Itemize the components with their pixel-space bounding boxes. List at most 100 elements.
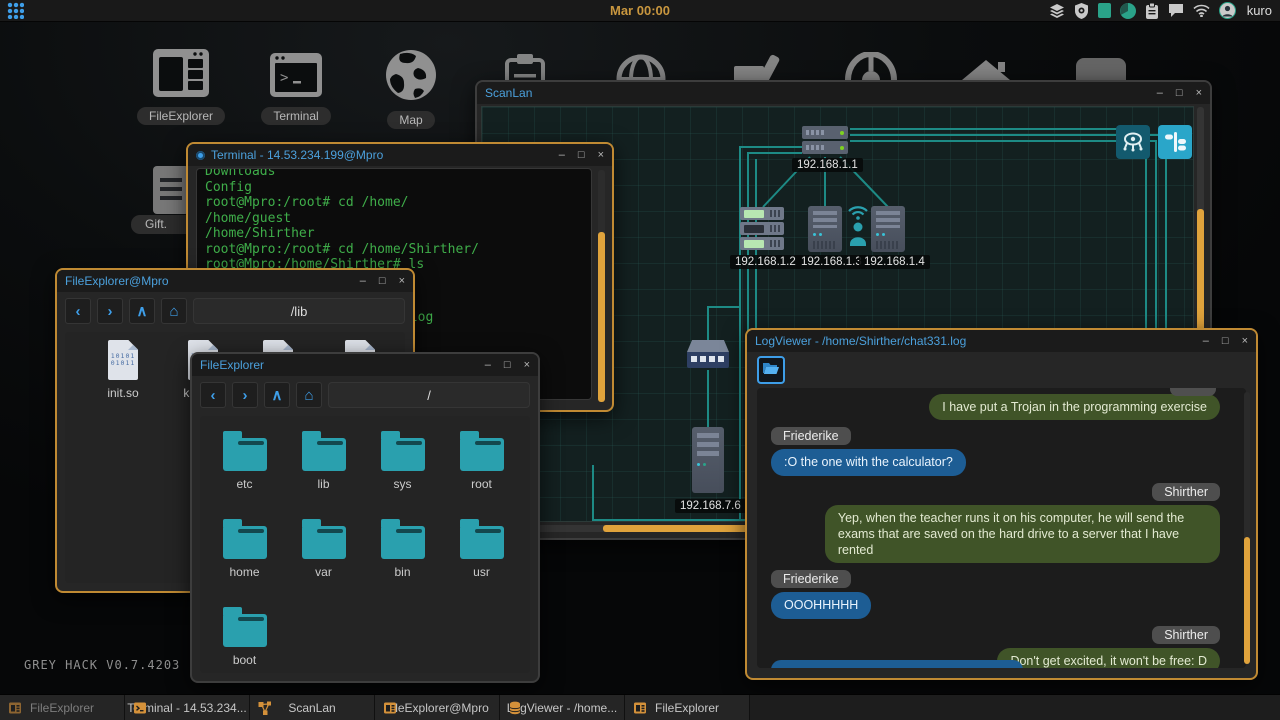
folder-name: sys [394,477,412,491]
folder-name: etc [236,477,252,491]
home-button[interactable]: ⌂ [296,382,322,408]
network-node-server[interactable] [692,427,724,493]
cpu-pie-icon[interactable] [1120,3,1136,19]
folder-name: bin [394,565,410,579]
layers-icon[interactable] [1049,3,1065,19]
network-node-desktop[interactable] [871,206,905,252]
taskbar-item[interactable]: FileExplorer [625,695,750,720]
taskbar-item[interactable]: LogViewer - /home... [500,695,625,720]
filter-tool-button[interactable] [1158,125,1192,159]
maximize-icon[interactable]: □ [504,354,511,376]
open-file-button[interactable] [757,356,785,384]
fileexplorer-titlebar[interactable]: FileExplorer – □ × [192,354,538,376]
minimize-icon[interactable]: – [485,354,491,376]
back-button[interactable]: ‹ [65,298,91,324]
node-ip-label: 192.168.1.4 [859,255,930,269]
chat-sender-label: Shirther [1152,626,1220,644]
folder-item[interactable]: usr [442,516,521,604]
folder-item[interactable]: lib [284,428,363,516]
desktop-icon-fileexplorer[interactable]: FileExplorer [139,46,223,125]
scanlan-titlebar[interactable]: ScanLan – □ × [477,82,1210,104]
terminal-scroll-thumb[interactable] [598,232,605,402]
file-explorer-icon [383,701,397,720]
address-bar[interactable]: / [328,382,530,408]
folder-item[interactable]: boot [205,604,284,673]
terminal-line: /home/guest [205,211,583,227]
desktop-icon-label: Terminal [261,107,330,125]
username[interactable]: kuro [1247,3,1272,18]
network-node-rack[interactable] [740,207,784,220]
desktop-icon-label: Map [387,111,434,129]
minimize-icon[interactable]: – [360,270,366,292]
forward-button[interactable]: › [97,298,123,324]
chat-message-bubble: Yep, when the teacher runs it on his com… [825,505,1220,564]
forward-button[interactable]: › [232,382,258,408]
desktop-icon-map[interactable]: Map [369,46,453,129]
chat-sender-label: Shirther [1152,483,1220,501]
folder-icon [381,526,425,559]
up-button[interactable]: ∧ [129,298,155,324]
chat-bubble-row: Yep, when the teacher runs it on his com… [771,505,1220,564]
file-item[interactable]: 1010101011init.so [93,340,153,400]
network-node-desktop[interactable] [808,206,842,252]
address-bar[interactable]: /lib [193,298,405,324]
shield-icon[interactable] [1074,3,1089,19]
wifi-icon[interactable] [1193,4,1210,17]
taskbar-item[interactable]: ScanLan [250,695,375,720]
taskbar: FileExplorerTerminal - 14.53.234...ScanL… [0,694,1280,720]
logviewer-titlebar[interactable]: LogViewer - /home/Shirther/chat331.log –… [747,330,1256,352]
desktop-icon-terminal[interactable]: > Terminal [254,50,338,125]
account-icon[interactable] [1219,2,1236,19]
maximize-icon[interactable]: □ [1222,330,1229,352]
logviewer-scroll-thumb[interactable] [1244,537,1250,664]
folder-name: usr [473,565,490,579]
terminal-titlebar[interactable]: Terminal - 14.53.234.199@Mpro – □ × [188,144,612,166]
node-ip-label: 192.168.7.6 [675,499,746,513]
close-icon[interactable]: × [524,354,530,376]
back-button[interactable]: ‹ [200,382,226,408]
taskbar-item[interactable]: Terminal - 14.53.234... [125,695,250,720]
maximize-icon[interactable]: □ [379,270,386,292]
chat-log-scroll[interactable]: I have put a Trojan in the programming e… [757,388,1246,668]
minimize-icon[interactable]: – [559,144,565,166]
clipboard-icon[interactable] [1145,3,1159,19]
scan-tool-button[interactable] [1116,125,1150,159]
fileexplorer-mpro-titlebar[interactable]: FileExplorer@Mpro – □ × [57,270,413,292]
minimize-icon[interactable]: – [1203,330,1209,352]
network-node-rack[interactable] [740,237,784,250]
messages-icon[interactable] [1168,3,1184,18]
window-title: FileExplorer [200,358,264,372]
close-icon[interactable]: × [399,270,405,292]
taskbar-item[interactable]: FileExplorer@Mpro [375,695,500,720]
folder-item[interactable]: root [442,428,521,516]
minimize-icon[interactable]: – [1157,82,1163,104]
network-node-router[interactable] [802,141,848,154]
close-icon[interactable]: × [598,144,604,166]
folder-item[interactable]: var [284,516,363,604]
maximize-icon[interactable]: □ [1176,82,1183,104]
fileexplorer-folder-view: etc lib sys root homevar bin usr boot [200,416,530,673]
chat-sender-label: Friederike [771,570,851,588]
maximize-icon[interactable]: □ [578,144,585,166]
network-node-switch[interactable] [687,340,729,370]
window-title: Terminal - 14.53.234.199@Mpro [211,148,383,162]
folder-item[interactable]: etc [205,428,284,516]
window-title: LogViewer - /home/Shirther/chat331.log [755,334,966,348]
home-button[interactable]: ⌂ [161,298,187,324]
taskbar-item[interactable]: FileExplorer [0,695,125,720]
folder-item[interactable]: sys [363,428,442,516]
close-icon[interactable]: × [1242,330,1248,352]
network-node-router[interactable] [802,126,848,139]
svg-text:>: > [280,70,288,86]
folder-item[interactable]: bin [363,516,442,604]
folder-icon [302,438,346,471]
close-icon[interactable]: × [1196,82,1202,104]
memory-icon[interactable] [1098,3,1111,18]
chat-bubble-row: :O the one with the calculator? [771,449,1220,475]
network-node-rack[interactable] [740,222,784,235]
node-ip-label: 192.168.1.3 [796,255,867,269]
terminal-line: /home/Shirther [205,226,583,242]
folder-item[interactable]: home [205,516,284,604]
node-ip-label: 192.168.1.1 [792,158,863,172]
up-button[interactable]: ∧ [264,382,290,408]
